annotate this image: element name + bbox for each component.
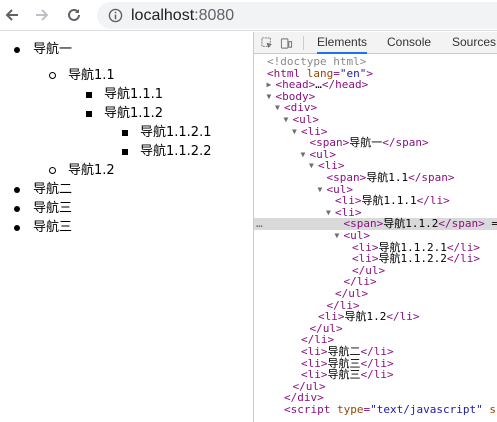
nav-item-label: 导航1.1.2.1 <box>140 125 212 140</box>
expand-arrow-icon[interactable]: ▼ <box>326 207 331 219</box>
dom-node-line[interactable]: </li> <box>254 276 497 288</box>
dom-node-line[interactable]: ▼ <ul> <box>254 149 497 161</box>
browser-toolbar: localhost:8080 <box>0 0 497 31</box>
devtools-panel: Elements Console Sources <!doctype html>… <box>253 32 497 422</box>
dom-node-line[interactable]: … <span>导航1.1.2</span> = <box>254 218 497 230</box>
collapse-arrow-icon[interactable]: ▶ <box>267 79 272 91</box>
circle-bullet <box>49 167 56 174</box>
nav-item-label: 导航1.1.1 <box>104 87 164 102</box>
nav-list-item: 导航1.2 <box>49 161 115 180</box>
nav-item-label: 导航三 <box>33 220 73 235</box>
nav-list-item: 导航三 <box>14 218 73 237</box>
toolbar-divider <box>303 36 304 50</box>
info-icon[interactable] <box>107 8 123 24</box>
device-toolbar-icon[interactable] <box>278 35 294 51</box>
dom-node-line[interactable]: <li>导航1.2</li> <box>254 311 497 323</box>
dom-node-line[interactable]: ▼ <div> <box>254 102 497 114</box>
dom-tree[interactable]: <!doctype html> <html lang="en"> ▶ <head>…<… <box>254 54 497 422</box>
square-bullet <box>122 149 128 155</box>
expand-arrow-icon[interactable]: ▼ <box>292 126 297 138</box>
dom-node-line[interactable]: <span>导航一</span> <box>254 137 497 149</box>
nav-list-item: 导航二 <box>14 180 73 199</box>
nav-list-item: 导航1.1.2 <box>86 104 164 123</box>
square-bullet <box>86 111 92 117</box>
inspect-icon[interactable] <box>259 35 275 51</box>
nav-item-label: 导航二 <box>33 182 73 197</box>
nav-item-label: 导航1.1 <box>68 68 115 83</box>
tab-elements[interactable]: Elements <box>317 32 368 54</box>
tab-sources[interactable]: Sources <box>452 32 496 54</box>
dom-node-line[interactable]: </ul> <box>254 323 497 335</box>
dom-node-line[interactable]: ▼ <ul> <box>254 114 497 126</box>
back-icon[interactable] <box>2 5 22 25</box>
nav-list-item: 导航三 <box>14 199 73 218</box>
page-viewport: 导航一导航1.1 导航1.1.1 导航1.1.2 导航1.1.2.1 导航1.1.2.2… <box>0 32 252 422</box>
more-options-icon[interactable]: … <box>256 218 263 230</box>
reload-icon[interactable] <box>64 5 84 25</box>
expand-arrow-icon[interactable]: ▼ <box>318 184 323 196</box>
nav-item-label: 导航1.1.2.2 <box>140 144 212 159</box>
expand-arrow-icon[interactable]: ▼ <box>275 102 280 114</box>
tab-console[interactable]: Console <box>387 32 431 54</box>
disc-bullet <box>14 187 20 193</box>
dom-node-line[interactable]: <li>导航三</li> <box>254 369 497 381</box>
dom-node-line[interactable]: <span>导航1.1</span> <box>254 172 497 184</box>
forward-icon[interactable] <box>32 5 52 25</box>
dom-node-line[interactable]: </ul> <box>254 288 497 300</box>
expand-arrow-icon[interactable]: ▼ <box>335 230 340 242</box>
expand-arrow-icon[interactable]: ▼ <box>309 160 314 172</box>
nav-list-item: 导航一 <box>14 40 73 59</box>
circle-bullet <box>49 72 56 79</box>
expand-arrow-icon[interactable]: ▼ <box>301 149 306 161</box>
dom-node-line[interactable]: <li>导航1.1.1</li> <box>254 195 497 207</box>
nav-item-label: 导航一 <box>33 42 73 57</box>
nav-item-label: 导航三 <box>33 201 73 216</box>
expand-arrow-icon[interactable]: ▼ <box>267 91 272 103</box>
expand-arrow-icon[interactable]: ▼ <box>284 114 289 126</box>
nav-item-label: 导航1.1.2 <box>104 106 164 121</box>
url-port: :8080 <box>194 6 235 24</box>
dom-node-text: <script type="text/javascript" sr <box>284 403 497 416</box>
dom-node-line[interactable]: <script type="text/javascript" sr <box>254 404 497 416</box>
square-bullet <box>86 92 92 98</box>
nav-list-item: 导航1.1.1 <box>86 85 164 104</box>
address-bar[interactable]: localhost:8080 <box>97 2 497 29</box>
nav-item-label: 导航1.2 <box>68 163 115 178</box>
disc-bullet <box>14 206 20 212</box>
square-bullet <box>122 130 128 136</box>
url-text: localhost:8080 <box>131 7 234 25</box>
nav-list-item: 导航1.1 <box>49 66 115 85</box>
devtools-tabbar: Elements Console Sources <box>254 32 497 54</box>
nav-list-item: 导航1.1.2.2 <box>122 142 212 161</box>
url-host: localhost <box>131 6 195 24</box>
disc-bullet <box>14 225 20 231</box>
nav-list-item: 导航1.1.2.1 <box>122 123 212 142</box>
disc-bullet <box>14 47 20 53</box>
